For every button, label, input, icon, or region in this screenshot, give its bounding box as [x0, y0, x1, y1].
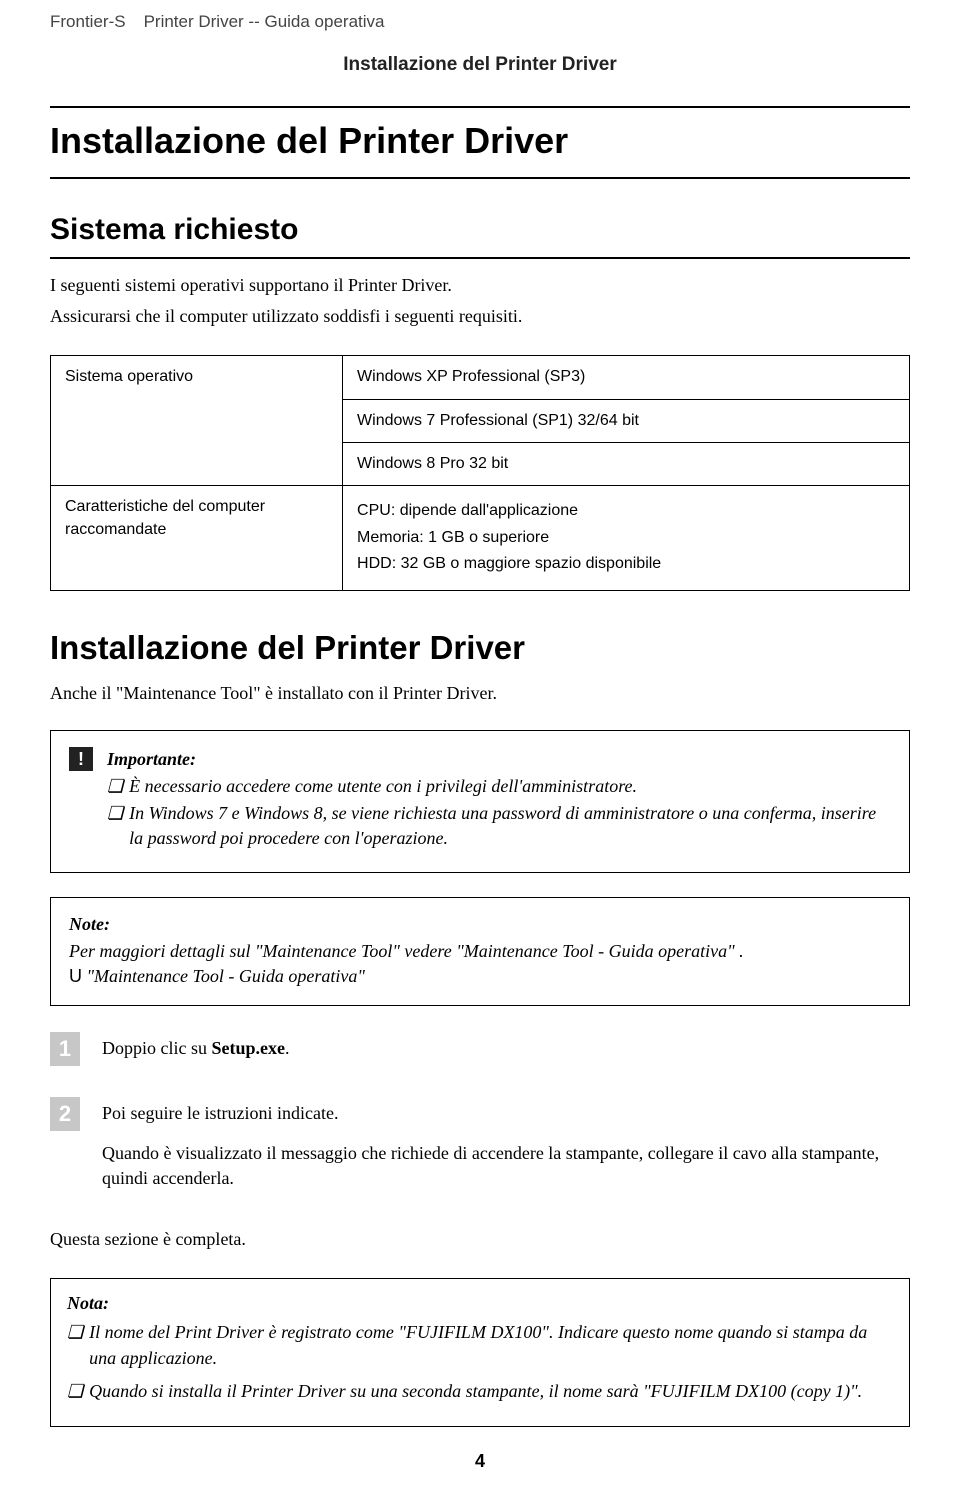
- section-complete: Questa sezione è completa.: [50, 1227, 910, 1252]
- note-text: Per maggiori dettagli sul "Maintenance T…: [69, 939, 891, 964]
- requirements-table: Sistema operativo Windows XP Professiona…: [50, 355, 910, 590]
- page-number: 4: [50, 1449, 910, 1474]
- ref-u-icon: U: [69, 966, 82, 986]
- importante-text-1: È necessario accedere come utente con i …: [129, 774, 637, 799]
- step-number-2: 2: [50, 1097, 80, 1131]
- step-number-1: 1: [50, 1032, 80, 1066]
- note-title: Note:: [69, 912, 891, 937]
- spec-cpu: CPU: dipende dall'applicazione: [357, 500, 895, 522]
- importante-title: Importante:: [107, 747, 891, 772]
- spec-mem: Memoria: 1 GB o superiore: [357, 527, 895, 549]
- spec-label: Caratteristiche del computer raccomandat…: [51, 486, 343, 590]
- ref-text: "Maintenance Tool - Guida operativa": [82, 966, 365, 986]
- product-name: Frontier-S: [50, 12, 126, 31]
- install-lead: Anche il "Maintenance Tool" è installato…: [50, 681, 910, 706]
- importante-bullet-1: ❏ È necessario accedere come utente con …: [107, 774, 891, 799]
- sistema-p2: Assicurarsi che il computer utilizzato s…: [50, 304, 910, 329]
- step-2b-text: Quando è visualizzato il messaggio che r…: [102, 1141, 910, 1191]
- bullet-icon: ❏: [67, 1379, 83, 1404]
- step-1-text: Doppio clic su Setup.exe.: [102, 1036, 910, 1061]
- importante-box: ! Importante: ❏ È necessario accedere co…: [50, 730, 910, 873]
- section-label: Installazione del Printer Driver: [50, 52, 910, 79]
- doc-title: Printer Driver -- Guida operativa: [144, 12, 385, 31]
- os-label: Sistema operativo: [51, 356, 343, 486]
- note-box: Note: Per maggiori dettagli sul "Mainten…: [50, 897, 910, 1007]
- spec-hdd: HDD: 32 GB o maggiore spazio disponibile: [357, 553, 895, 575]
- nota-bullet-1: ❏ Il nome del Print Driver è registrato …: [67, 1320, 893, 1370]
- step-1: 1 Doppio clic su Setup.exe.: [50, 1032, 910, 1075]
- table-row: Sistema operativo Windows XP Professiona…: [51, 356, 910, 399]
- os-value-1: Windows XP Professional (SP3): [343, 356, 910, 399]
- sistema-p1: I seguenti sistemi operativi supportano …: [50, 273, 910, 298]
- running-header: Frontier-S Printer Driver -- Guida operat…: [50, 10, 910, 34]
- note-ref: U "Maintenance Tool - Guida operativa": [69, 964, 891, 989]
- install-heading-2: Installazione del Printer Driver: [50, 625, 910, 671]
- step-2: 2 Poi seguire le istruzioni indicate. Qu…: [50, 1097, 910, 1205]
- importante-text-2: In Windows 7 e Windows 8, se viene richi…: [129, 801, 891, 851]
- step-2a-text: Poi seguire le istruzioni indicate.: [102, 1101, 910, 1126]
- importante-bullet-2: ❏ In Windows 7 e Windows 8, se viene ric…: [107, 801, 891, 851]
- bullet-icon: ❏: [107, 774, 123, 799]
- exclamation-icon: !: [69, 747, 93, 771]
- os-value-3: Windows 8 Pro 32 bit: [343, 442, 910, 485]
- nota-text-1: Il nome del Print Driver è registrato co…: [89, 1320, 893, 1370]
- nota-title: Nota:: [67, 1291, 893, 1316]
- spec-values: CPU: dipende dall'applicazione Memoria: …: [343, 486, 910, 590]
- os-value-2: Windows 7 Professional (SP1) 32/64 bit: [343, 399, 910, 442]
- bullet-icon: ❏: [107, 801, 123, 851]
- nota-text-2: Quando si installa il Printer Driver su …: [89, 1379, 862, 1404]
- page-title: Installazione del Printer Driver: [50, 106, 910, 178]
- sistema-heading: Sistema richiesto: [50, 209, 910, 259]
- bullet-icon: ❏: [67, 1320, 83, 1370]
- table-row: Caratteristiche del computer raccomandat…: [51, 486, 910, 590]
- nota-box: Nota: ❏ Il nome del Print Driver è regis…: [50, 1278, 910, 1427]
- nota-bullet-2: ❏ Quando si installa il Printer Driver s…: [67, 1379, 893, 1404]
